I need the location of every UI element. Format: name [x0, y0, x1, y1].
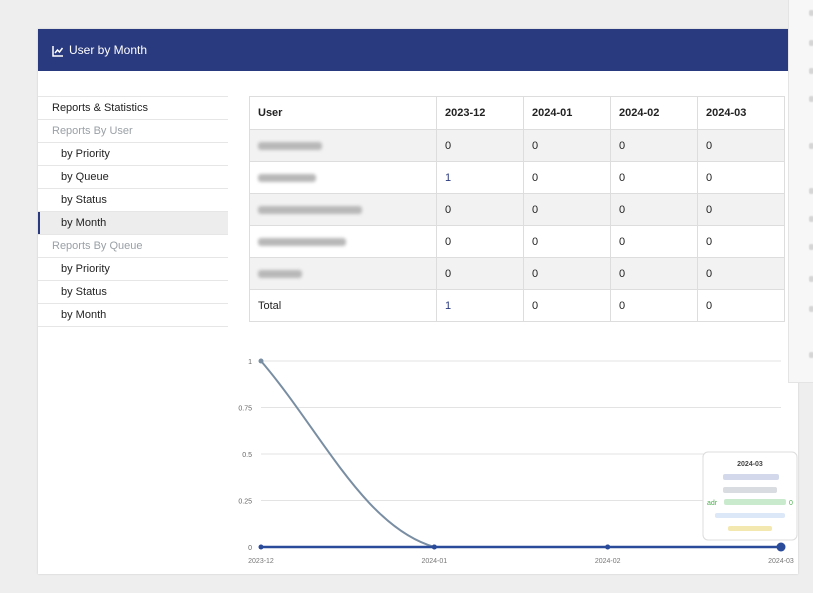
background-glyph	[809, 352, 813, 358]
background-glyph	[809, 306, 813, 312]
y-tick-label: 1	[248, 359, 252, 366]
background-glyph	[809, 188, 813, 194]
y-tick-label: 0.25	[238, 499, 252, 506]
y-tick-label: 0	[248, 545, 252, 552]
background-glyph	[809, 143, 813, 149]
x-tick-label: 2024-01	[421, 558, 447, 565]
chart-tooltip: 2024-03 adr 0	[702, 451, 798, 541]
background-glyph	[809, 10, 813, 16]
x-tick-label: 2024-03	[768, 558, 794, 565]
tooltip-redacted-entry	[723, 487, 777, 493]
data-point	[605, 544, 611, 550]
tooltip-entry-value: 0	[789, 500, 793, 507]
data-point	[776, 542, 786, 552]
tooltip-entry-label: adr	[707, 500, 718, 507]
tooltip-redacted-entry	[723, 474, 779, 480]
background-glyph	[809, 276, 813, 282]
y-tick-label: 0.75	[238, 406, 252, 413]
background-glyph	[809, 68, 813, 74]
background-glyph	[809, 244, 813, 250]
data-point	[431, 544, 437, 550]
user-month-line-chart: 0 0.25 0.5 0.75 1 2023-12 2024-01 2024-02 2024-0…	[238, 358, 798, 565]
background-glyph	[809, 40, 813, 46]
background-glyph	[809, 216, 813, 222]
background-glyph	[809, 96, 813, 102]
tooltip-redacted-entry	[715, 513, 785, 518]
y-tick-label: 0.5	[242, 452, 252, 459]
data-point	[258, 358, 264, 364]
background-panel	[788, 0, 813, 383]
data-point	[258, 544, 264, 550]
x-tick-label: 2023-12	[248, 558, 274, 565]
tooltip-title: 2024-03	[737, 461, 763, 468]
tooltip-redacted-entry	[728, 526, 772, 531]
x-tick-label: 2024-02	[595, 558, 621, 565]
tooltip-redacted-entry	[724, 499, 786, 505]
